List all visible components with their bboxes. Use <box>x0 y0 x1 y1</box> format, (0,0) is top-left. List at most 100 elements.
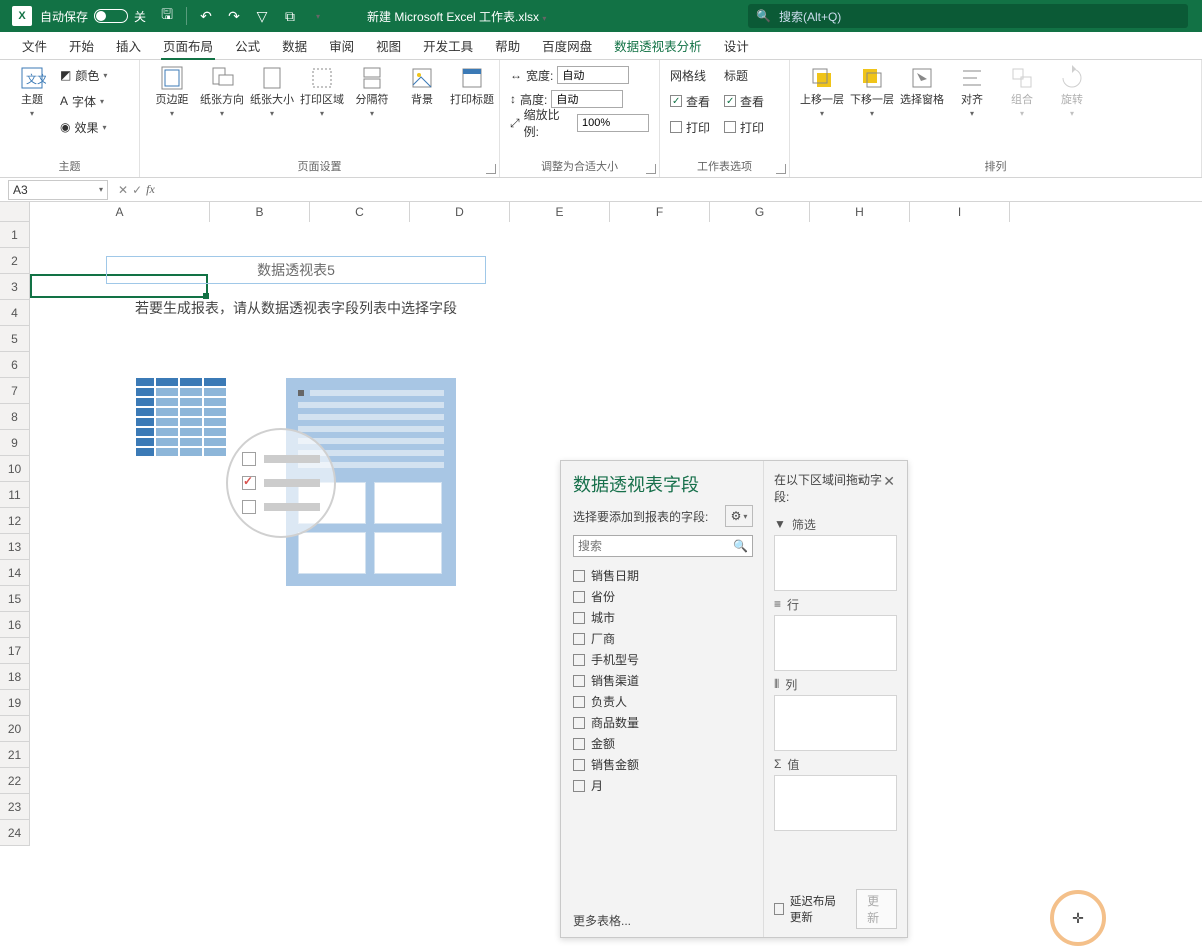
autosave-toggle[interactable]: 自动保存 关 <box>40 8 146 25</box>
col-header[interactable]: G <box>710 202 810 222</box>
row-header[interactable]: 4 <box>0 300 29 326</box>
themes-button[interactable]: 文文 主题 ▾ <box>10 64 54 119</box>
redo-icon[interactable]: ↷ <box>225 7 243 25</box>
tab-file[interactable]: 文件 <box>12 32 57 59</box>
fonts-button[interactable]: A字体▾ <box>60 90 107 112</box>
row-header[interactable]: 10 <box>0 456 29 482</box>
row-header[interactable]: 11 <box>0 482 29 508</box>
col-header[interactable]: D <box>410 202 510 222</box>
row-header[interactable]: 14 <box>0 560 29 586</box>
tab-analyze[interactable]: 数据透视表分析 <box>604 32 712 59</box>
colors-button[interactable]: ◩颜色▾ <box>60 64 107 86</box>
effects-button[interactable]: ◉效果▾ <box>60 116 107 138</box>
tab-developer[interactable]: 开发工具 <box>413 32 483 59</box>
save-icon[interactable]: 🖫 <box>158 7 176 25</box>
headings-print[interactable]: 打印 <box>724 116 764 138</box>
row-header[interactable]: 20 <box>0 716 29 742</box>
col-header[interactable]: E <box>510 202 610 222</box>
headings-view[interactable]: 查看 <box>724 90 764 112</box>
confirm-icon[interactable]: ✓ <box>132 183 142 197</box>
tab-home[interactable]: 开始 <box>59 32 104 59</box>
orientation-button[interactable]: 纸张方向▾ <box>200 64 244 119</box>
scale-input[interactable] <box>577 114 649 132</box>
width-row[interactable]: ↔宽度: <box>510 64 649 86</box>
printarea-button[interactable]: 打印区域▾ <box>300 64 344 119</box>
filter-icon[interactable]: ▽ <box>253 7 271 25</box>
size-button[interactable]: 纸张大小▾ <box>250 64 294 119</box>
row-header[interactable]: 9 <box>0 430 29 456</box>
qat-more-icon[interactable]: ▾ <box>309 7 327 25</box>
field-item[interactable]: 手机型号 <box>573 649 753 670</box>
undo-icon[interactable]: ↶ <box>197 7 215 25</box>
align-button[interactable]: 对齐▾ <box>950 64 994 119</box>
field-item[interactable]: 金额 <box>573 733 753 754</box>
row-header[interactable]: 2 <box>0 248 29 274</box>
row-header[interactable]: 19 <box>0 690 29 716</box>
field-search[interactable]: 🔍 <box>573 535 753 557</box>
row-header[interactable]: 7 <box>0 378 29 404</box>
row-header[interactable]: 1 <box>0 222 29 248</box>
row-header[interactable]: 22 <box>0 768 29 794</box>
cancel-icon[interactable]: ✕ <box>118 183 128 197</box>
field-search-input[interactable] <box>578 539 733 553</box>
select-all-corner[interactable] <box>0 202 30 222</box>
update-button[interactable]: 更新 <box>856 889 897 929</box>
selpane-button[interactable]: 选择窗格 <box>900 64 944 107</box>
rotate-button[interactable]: 旋转▾ <box>1050 64 1094 119</box>
defer-checkbox[interactable] <box>774 903 784 915</box>
row-header[interactable]: 6 <box>0 352 29 378</box>
row-header[interactable]: 16 <box>0 612 29 638</box>
pivot-field-pane[interactable]: ▾ ✕ 数据透视表字段 选择要添加到报表的字段: ⚙▾ 🔍 销售日期省份城市厂商… <box>560 460 908 938</box>
row-header[interactable]: 12 <box>0 508 29 534</box>
name-box[interactable]: A3▾ <box>8 180 108 200</box>
zone-filter[interactable] <box>774 535 897 591</box>
margins-button[interactable]: 页边距▾ <box>150 64 194 119</box>
camera-icon[interactable]: ⧉ <box>281 7 299 25</box>
row-header[interactable]: 18 <box>0 664 29 690</box>
col-header[interactable]: B <box>210 202 310 222</box>
forward-button[interactable]: 上移一层▾ <box>800 64 844 119</box>
fx-icon[interactable]: fx <box>146 182 155 197</box>
tab-review[interactable]: 审阅 <box>319 32 364 59</box>
field-item[interactable]: 销售日期 <box>573 565 753 586</box>
scale-row[interactable]: ⤢缩放比例: <box>510 112 649 134</box>
breaks-button[interactable]: 分隔符▾ <box>350 64 394 119</box>
field-item[interactable]: 月 <box>573 775 753 796</box>
gear-button[interactable]: ⚙▾ <box>725 505 753 527</box>
formula-input[interactable] <box>161 180 1202 200</box>
tab-design[interactable]: 设计 <box>714 32 759 59</box>
gridlines-view[interactable]: 查看 <box>670 90 710 112</box>
col-header[interactable]: I <box>910 202 1010 222</box>
search-box[interactable]: 🔍 搜索(Alt+Q) <box>748 4 1188 28</box>
row-header[interactable]: 21 <box>0 742 29 768</box>
row-header[interactable]: 15 <box>0 586 29 612</box>
gridlines-print[interactable]: 打印 <box>670 116 710 138</box>
field-item[interactable]: 负责人 <box>573 691 753 712</box>
field-item[interactable]: 厂商 <box>573 628 753 649</box>
tab-data[interactable]: 数据 <box>272 32 317 59</box>
field-item[interactable]: 商品数量 <box>573 712 753 733</box>
tab-view[interactable]: 视图 <box>366 32 411 59</box>
zone-values[interactable] <box>774 775 897 831</box>
close-icon[interactable]: ✕ <box>883 473 895 490</box>
tab-formulas[interactable]: 公式 <box>225 32 270 59</box>
group-button[interactable]: 组合▾ <box>1000 64 1044 119</box>
scale-launcher[interactable] <box>646 164 656 174</box>
pagesetup-launcher[interactable] <box>486 164 496 174</box>
col-header[interactable]: H <box>810 202 910 222</box>
col-header[interactable]: F <box>610 202 710 222</box>
printtitles-button[interactable]: 打印标题 <box>450 64 494 107</box>
more-tables-link[interactable]: 更多表格... <box>573 912 753 929</box>
row-header[interactable]: 13 <box>0 534 29 560</box>
field-item[interactable]: 销售金额 <box>573 754 753 775</box>
row-header[interactable]: 17 <box>0 638 29 664</box>
row-header[interactable]: 24 <box>0 820 29 846</box>
col-header[interactable]: C <box>310 202 410 222</box>
zone-cols[interactable] <box>774 695 897 751</box>
row-header[interactable]: 3 <box>0 274 29 300</box>
pane-options-icon[interactable]: ▾ <box>858 475 863 486</box>
tab-help[interactable]: 帮助 <box>485 32 530 59</box>
row-header[interactable]: 8 <box>0 404 29 430</box>
tab-pagelayout[interactable]: 页面布局 <box>153 32 223 59</box>
row-header[interactable]: 23 <box>0 794 29 820</box>
